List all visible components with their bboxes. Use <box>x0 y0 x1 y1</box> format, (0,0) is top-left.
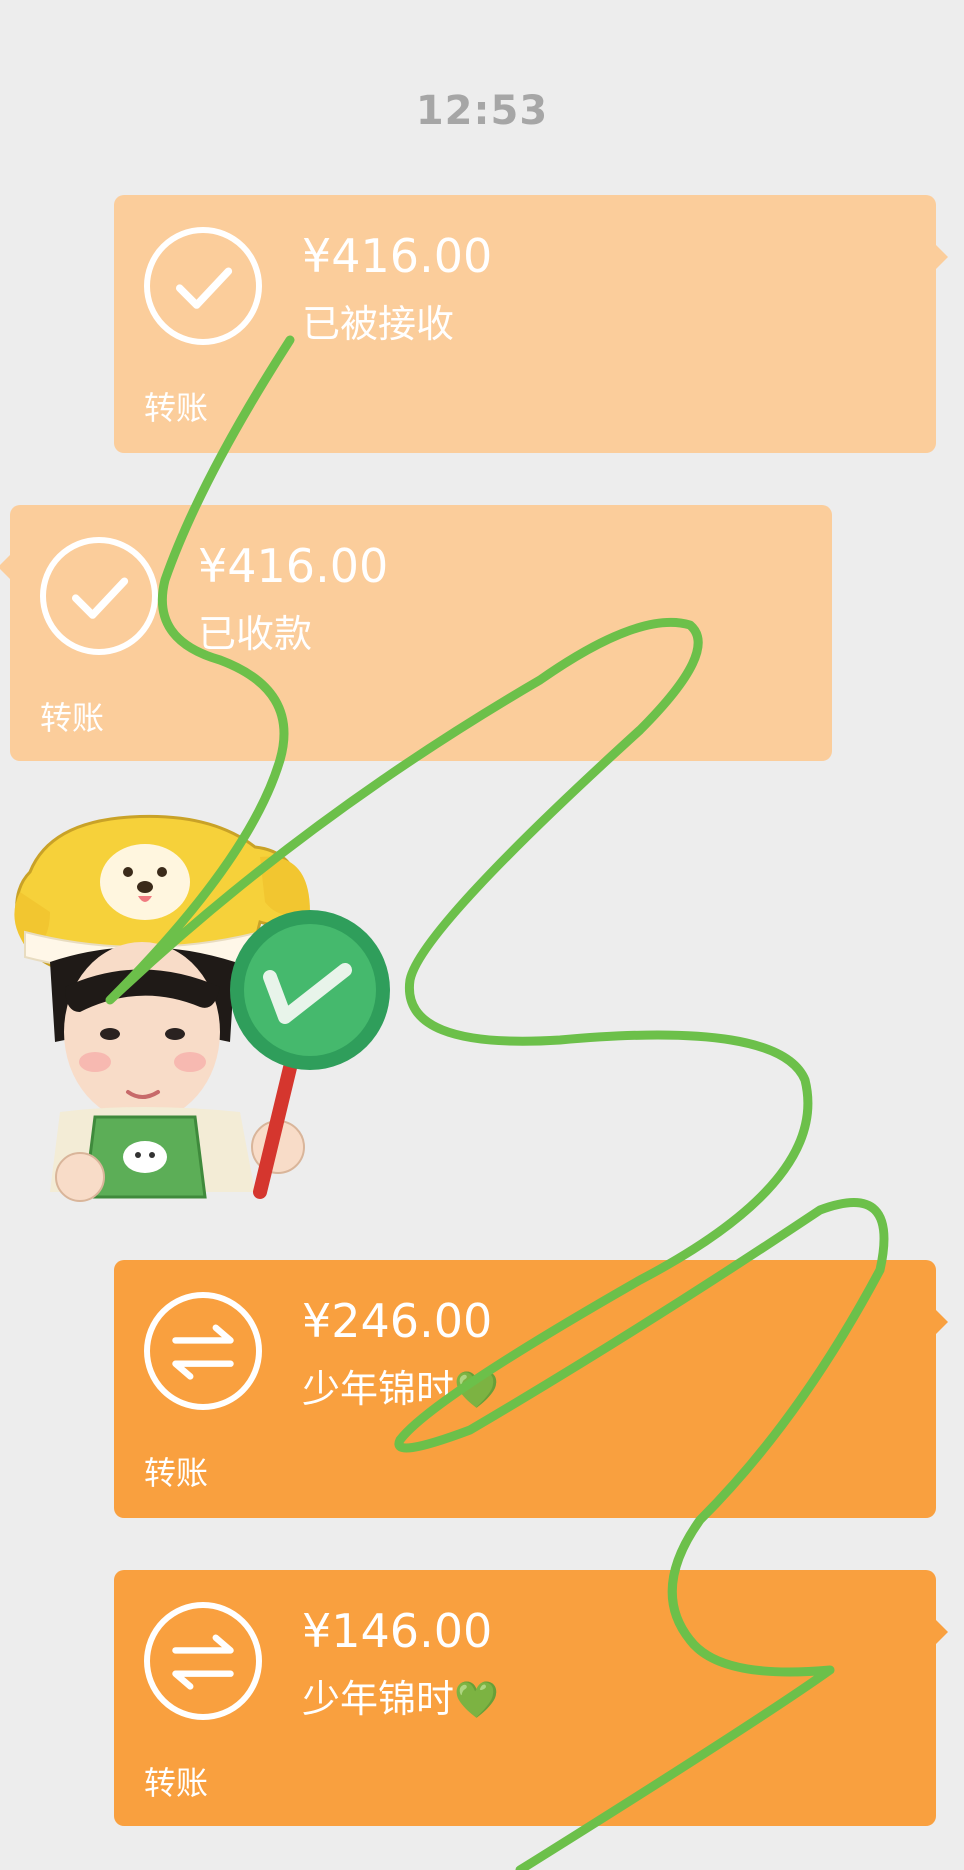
transfer-arrows-icon <box>144 1602 262 1720</box>
transfer-amount: ¥246.00 <box>302 1294 493 1348</box>
green-heart-icon: 💚 <box>454 1370 499 1411</box>
transfer-status: 已收款 <box>198 612 313 656</box>
transfer-note-text: 少年锦时 <box>302 1677 455 1721</box>
transfer-status: 已被接收 <box>302 302 455 346</box>
transfer-label: 转账 <box>144 389 209 427</box>
transfer-label: 转账 <box>144 1764 209 1802</box>
transfer-note: 少年锦时💚 <box>302 1358 499 1413</box>
check-icon <box>40 537 158 655</box>
transfer-amount: ¥416.00 <box>302 229 493 283</box>
check-icon <box>144 227 262 345</box>
transfer-note-text: 少年锦时 <box>302 1367 455 1411</box>
transfer-label: 转账 <box>40 699 105 737</box>
boy-holding-check-sign-sticker[interactable] <box>10 812 400 1208</box>
transfer-amount: ¥146.00 <box>302 1604 493 1658</box>
transfer-bubble-pending[interactable]: ¥146.00 少年锦时💚 转账 <box>114 1570 948 1826</box>
transfer-amount: ¥416.00 <box>198 539 389 593</box>
transfer-arrows-icon <box>144 1292 262 1410</box>
transfer-note: 少年锦时💚 <box>302 1668 499 1723</box>
bubble-tail <box>936 1620 948 1644</box>
transfer-bubble-received[interactable]: ¥416.00 已被接收 转账 <box>114 195 948 453</box>
bubble-tail <box>936 245 948 269</box>
chat-timestamp: 12:53 <box>415 88 549 134</box>
bubble-tail <box>0 555 10 579</box>
transfer-bubble-pending[interactable]: ¥246.00 少年锦时💚 转账 <box>114 1260 948 1518</box>
transfer-label: 转账 <box>144 1454 209 1492</box>
transfer-bubble-collected[interactable]: ¥416.00 已收款 转账 <box>0 505 832 761</box>
green-heart-icon: 💚 <box>454 1680 499 1721</box>
bubble-tail <box>936 1310 948 1334</box>
